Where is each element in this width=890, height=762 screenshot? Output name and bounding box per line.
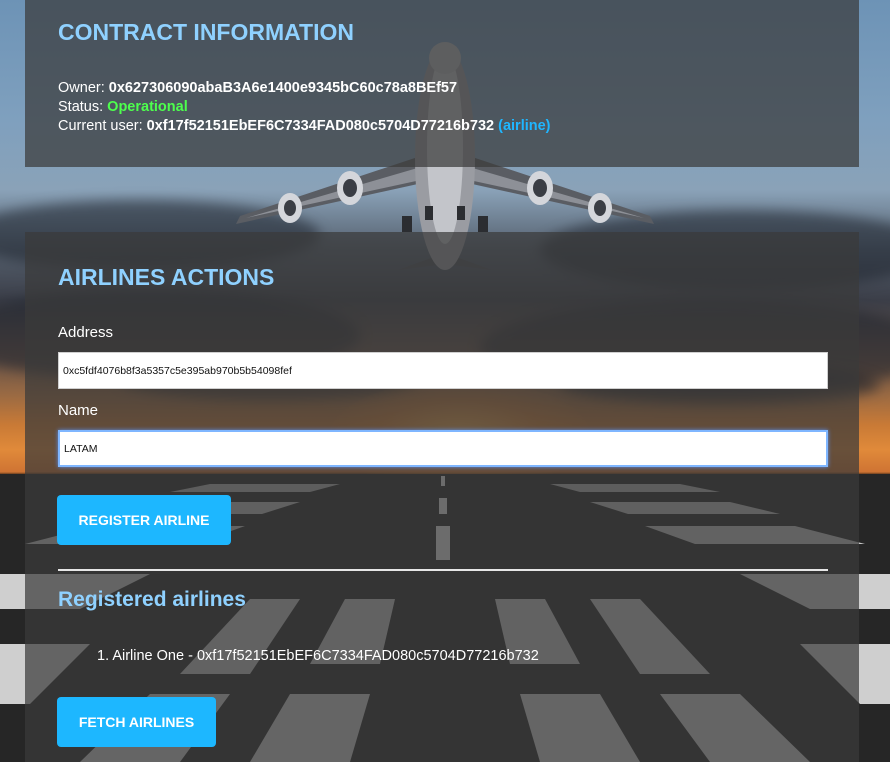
section-divider (58, 569, 828, 571)
register-airline-button[interactable]: REGISTER AIRLINE (57, 495, 231, 545)
name-label: Name (58, 402, 99, 419)
list-item: 1. Airline One - 0xf17f52151EbEF6C7334FA… (97, 648, 539, 664)
status-value: Operational (107, 99, 188, 115)
contract-info-title: CONTRACT INFORMATION (58, 19, 354, 45)
list-item-index: 1. (97, 648, 110, 664)
owner-address: 0x627306090abaB3A6e1400e9345bC60c78a8BEf… (108, 80, 458, 96)
fetch-airlines-button[interactable]: FETCH AIRLINES (57, 697, 216, 747)
list-item-text: Airline One - 0xf17f52151EbEF6C7334FAD08… (112, 648, 539, 664)
owner-line: Owner: 0x627306090abaB3A6e1400e9345bC60c… (58, 79, 457, 98)
airlines-actions-title: AIRLINES ACTIONS (58, 264, 275, 290)
current-user-label: Current user: (58, 118, 143, 134)
registered-airlines-list: 1. Airline One - 0xf17f52151EbEF6C7334FA… (97, 648, 539, 664)
contract-info-panel: CONTRACT INFORMATION Owner: 0x627306090a… (25, 0, 859, 167)
current-user-address: 0xf17f52151EbEF6C7334FAD080c5704D77216b7… (146, 118, 495, 134)
address-label: Address (58, 324, 114, 341)
status-line: Status: Operational (58, 98, 188, 117)
name-input[interactable] (58, 430, 828, 467)
current-user-role: (airline) (498, 118, 551, 134)
address-input[interactable] (58, 352, 828, 389)
status-label: Status: (58, 99, 104, 115)
registered-airlines-title: Registered airlines (58, 588, 246, 611)
owner-label: Owner: (58, 80, 105, 96)
current-user-line: Current user: 0xf17f52151EbEF6C7334FAD08… (58, 117, 551, 136)
airlines-actions-panel: AIRLINES ACTIONS Address Name REGISTER A… (25, 232, 859, 762)
